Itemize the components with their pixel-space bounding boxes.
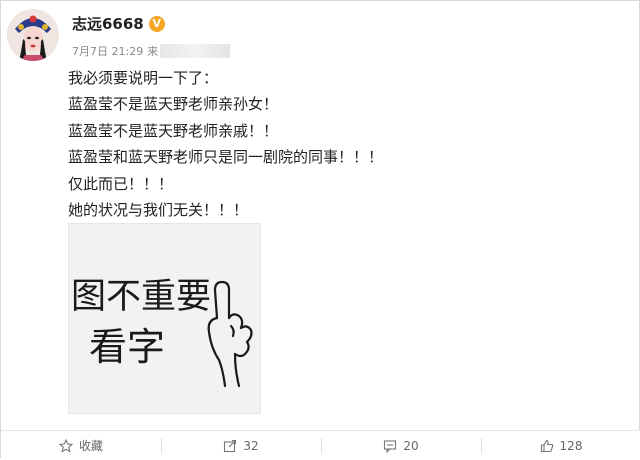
share-icon: [224, 439, 237, 452]
avatar[interactable]: [7, 9, 59, 61]
like-button[interactable]: 128: [481, 431, 640, 460]
post-line: 蓝盈莹和蓝天野老师只是同一剧院的同事！！！: [68, 148, 384, 167]
post-image[interactable]: 图不重要 看字: [68, 223, 261, 414]
meme-text-line2: 看字: [89, 325, 165, 369]
post-source-prefix: 来: [147, 45, 159, 58]
thumbs-up-icon: [540, 439, 553, 452]
opera-avatar-image: [7, 9, 59, 61]
like-count: 128: [559, 438, 583, 453]
favorite-button[interactable]: 收藏: [1, 431, 161, 460]
star-icon: [58, 438, 73, 453]
comment-button[interactable]: 20: [321, 431, 481, 460]
meme-text-line1: 图不重要: [71, 277, 211, 317]
username[interactable]: 志远6668 V: [72, 13, 165, 34]
comment-icon: [384, 439, 397, 453]
post-line: 蓝盈莹不是蓝天野老师亲戚！！: [68, 121, 279, 140]
post-line: 我必须要说明一下了：: [68, 69, 219, 87]
username-text[interactable]: 志远6668: [72, 13, 144, 34]
repost-button[interactable]: 32: [161, 431, 321, 460]
repost-count: 32: [243, 438, 259, 453]
post-timestamp[interactable]: 7月7日 21:29: [72, 43, 143, 59]
post-meta: 7月7日 21:29 来: [72, 43, 231, 59]
comment-count: 20: [403, 438, 419, 453]
post-text: 我必须要说明一下了： 蓝盈莹不是蓝天野老师亲孙女！ 蓝盈莹不是蓝天野老师亲戚！！…: [68, 65, 628, 223]
favorite-label: 收藏: [78, 439, 103, 453]
verified-badge-icon: V: [148, 15, 165, 32]
weibo-post-card: 志远6668 V 7月7日 21:29 来 我必须要说明一下了： 蓝盈莹不是蓝天…: [0, 0, 640, 460]
blurred-source: [160, 44, 231, 58]
post-line: 她的状况与我们无关！！！: [68, 201, 249, 220]
action-bar: 收藏 32 20 128: [1, 430, 640, 460]
post-line: 仅此而已！！！: [68, 174, 174, 193]
meme-image: 图不重要 看字: [69, 224, 260, 413]
post-line: 蓝盈莹不是蓝天野老师亲孙女！: [68, 95, 279, 114]
